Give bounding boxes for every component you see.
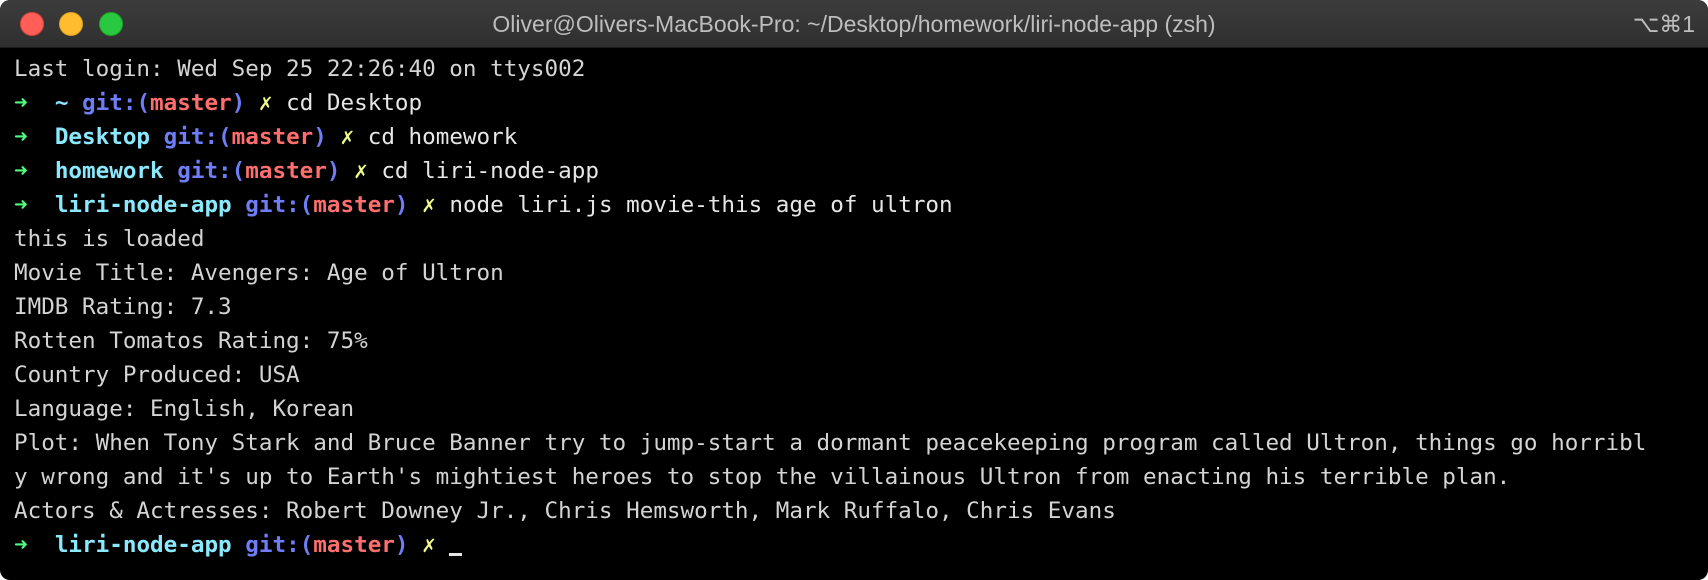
output-line: Actors & Actresses: Robert Downey Jr., C… — [14, 498, 1116, 524]
git-branch: master — [231, 124, 314, 150]
prompt-directory: homework — [54, 158, 164, 184]
prompt-line: ➜ Desktop git:(master) ✗ cd homework — [14, 120, 1708, 154]
prompt-directory: liri-node-app — [54, 532, 232, 558]
dirty-mark: ✗ — [422, 192, 436, 218]
terminal-content[interactable]: Last login: Wed Sep 25 22:26:40 on ttys0… — [14, 52, 1708, 580]
dirty-mark: ✗ — [422, 532, 436, 558]
git-label: git:( — [82, 90, 151, 116]
output-line: y wrong and it's up to Earth's mightiest… — [14, 464, 1511, 490]
window-title: Oliver@Olivers-MacBook-Pro: ~/Desktop/ho… — [492, 11, 1216, 37]
prompt-line: ➜ ~ git:(master) ✗ cd Desktop — [14, 86, 1708, 120]
git-label: git:( — [163, 124, 232, 150]
prompt-directory: Desktop — [54, 124, 151, 150]
git-label-close: ) — [394, 192, 409, 218]
git-branch: master — [313, 532, 395, 558]
git-label-close: ) — [231, 90, 246, 116]
command-text: cd Desktop — [286, 90, 423, 116]
output-line: Plot: When Tony Stark and Bruce Banner t… — [14, 430, 1647, 456]
current-prompt-line[interactable]: ➜ liri-node-app git:(master) ✗ — [14, 528, 1708, 562]
git-label: git:( — [245, 192, 314, 218]
command-text: node liri.js movie-this age of ultron — [449, 192, 953, 218]
git-label-close: ) — [326, 158, 341, 184]
command-text: cd homework — [367, 124, 518, 150]
command-text: cd liri-node-app — [381, 158, 599, 184]
git-branch: master — [313, 192, 395, 218]
prompt-directory: liri-node-app — [54, 192, 232, 218]
dirty-mark: ✗ — [354, 158, 368, 184]
git-label-close: ) — [394, 532, 409, 558]
git-label: git:( — [245, 532, 314, 558]
prompt-directory: ~ — [54, 90, 69, 116]
git-label: git:( — [177, 158, 246, 184]
prompt-arrow-icon: ➜ — [14, 90, 55, 116]
git-label-close: ) — [313, 124, 327, 150]
terminal-window: Oliver@Olivers-MacBook-Pro: ~/Desktop/ho… — [0, 0, 1708, 580]
dirty-mark: ✗ — [340, 124, 355, 150]
title-bar[interactable]: Oliver@Olivers-MacBook-Pro: ~/Desktop/ho… — [0, 0, 1708, 48]
window-shortcut: ⌥⌘1 — [1632, 11, 1695, 37]
prompt-arrow-icon: ➜ — [14, 532, 28, 558]
output-line: Country Produced: USA — [14, 362, 300, 388]
output-line: Movie Title: Avengers: Age of Ultron — [14, 260, 504, 286]
prompt-arrow-icon: ➜ — [14, 124, 55, 150]
git-branch: master — [245, 158, 327, 184]
dirty-mark: ✗ — [258, 90, 273, 116]
prompt-line: ➜ homework git:(master) ✗ cd liri-node-a… — [14, 154, 1708, 188]
output-line: IMDB Rating: 7.3 — [14, 294, 232, 320]
prompt-arrow-icon: ➜ — [14, 158, 55, 184]
text-cursor — [449, 553, 463, 556]
last-login-line: Last login: Wed Sep 25 22:26:40 on ttys0… — [14, 56, 586, 82]
output-line: this is loaded — [14, 226, 205, 252]
prompt-line: ➜ liri-node-app git:(master) ✗ node liri… — [14, 188, 1708, 222]
output-line: Rotten Tomatos Rating: 75% — [14, 328, 368, 354]
git-branch: master — [150, 90, 232, 116]
output-line: Language: English, Korean — [14, 396, 355, 422]
prompt-arrow-icon: ➜ — [14, 192, 55, 218]
